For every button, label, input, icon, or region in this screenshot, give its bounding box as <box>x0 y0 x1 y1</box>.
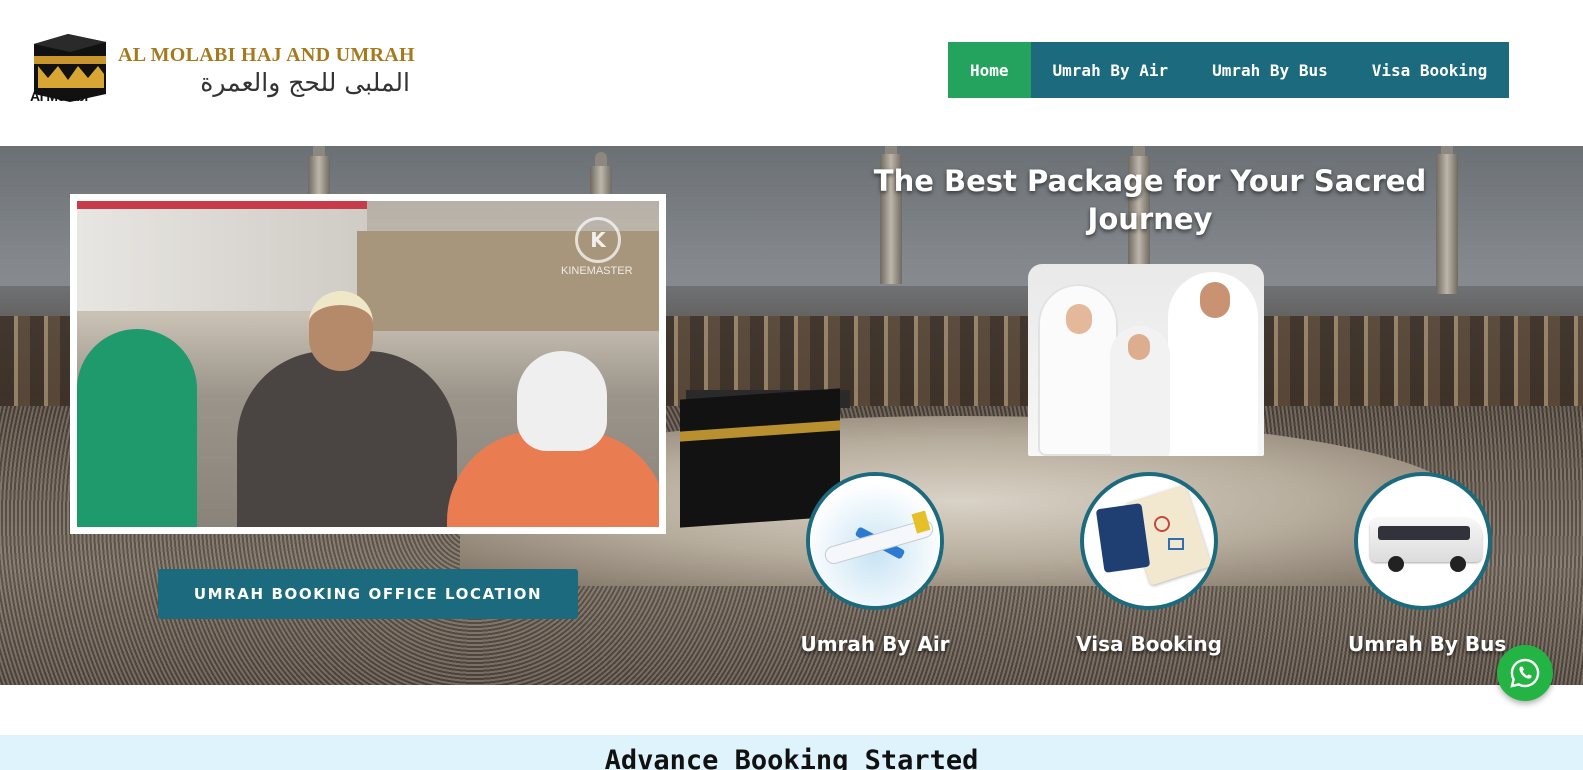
video-person-head <box>517 351 607 451</box>
service-label[interactable]: Umrah By Air <box>800 632 950 656</box>
hero-banner: K KINEMASTER UMRAH BOOKING OFFICE LOCATI… <box>0 146 1583 685</box>
kinemaster-watermark-label: KINEMASTER <box>561 265 633 277</box>
service-label[interactable]: Umrah By Bus <box>1348 632 1506 656</box>
kinemaster-watermark-icon: K <box>575 217 621 263</box>
video-person <box>77 329 197 527</box>
logo-name-english: AL MOLABI HAJ AND UMRAH <box>118 44 415 66</box>
service-umrah-by-air[interactable]: Umrah By Air <box>800 472 950 656</box>
bus-icon[interactable] <box>1354 472 1492 610</box>
video-person-head <box>309 291 373 371</box>
site-logo[interactable]: Al Molabi AL MOLABI HAJ AND UMRAH الملبى… <box>28 30 415 106</box>
nav-umrah-by-bus[interactable]: Umrah By Bus <box>1190 42 1350 98</box>
logo-small-label: Al Molabi <box>30 88 88 104</box>
service-umrah-by-bus[interactable]: Umrah By Bus <box>1348 472 1506 656</box>
service-visa-booking[interactable]: Visa Booking <box>1074 472 1224 656</box>
site-header: Al Molabi AL MOLABI HAJ AND UMRAH الملبى… <box>0 0 1583 146</box>
passport-icon[interactable] <box>1080 472 1218 610</box>
service-label[interactable]: Visa Booking <box>1074 632 1224 656</box>
airplane-icon[interactable] <box>806 472 944 610</box>
nav-visa-booking[interactable]: Visa Booking <box>1350 42 1510 98</box>
promo-video[interactable]: K KINEMASTER <box>77 201 659 527</box>
advance-booking-section: Advance Booking Started <box>0 735 1583 770</box>
main-nav: Home Umrah By Air Umrah By Bus Visa Book… <box>948 42 1510 98</box>
nav-home[interactable]: Home <box>948 42 1031 98</box>
video-building <box>77 201 367 311</box>
pilgrim-family-image <box>1028 264 1264 456</box>
whatsapp-icon[interactable] <box>1497 645 1553 701</box>
nav-umrah-by-air[interactable]: Umrah By Air <box>1031 42 1191 98</box>
logo-name-arabic: الملبى للحج والعمرة <box>200 68 410 97</box>
video-person <box>237 351 457 527</box>
office-location-button[interactable]: UMRAH BOOKING OFFICE LOCATION <box>158 569 578 619</box>
promo-video-frame[interactable]: K KINEMASTER <box>70 194 666 534</box>
whatsapp-glyph-icon <box>1510 658 1540 688</box>
advance-booking-title: Advance Booking Started <box>604 745 979 770</box>
minaret-image <box>1436 146 1458 294</box>
hero-title: The Best Package for Your Sacred Journey <box>873 164 1427 236</box>
